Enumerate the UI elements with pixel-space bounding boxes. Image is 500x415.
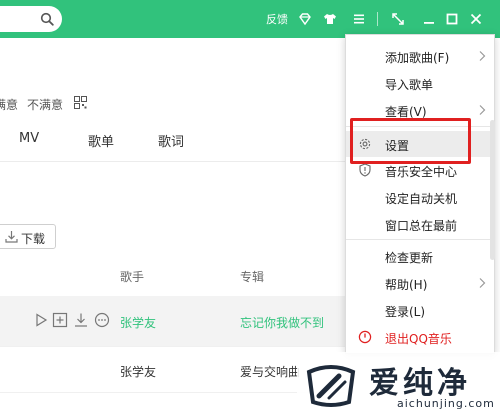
menu-item-label: 登录(L) [385,305,426,319]
search-box[interactable] [0,6,62,32]
feedback-link[interactable]: 反馈 [266,11,288,27]
minimize-icon[interactable] [422,12,436,26]
menu-icon[interactable] [352,12,366,26]
main-menu: 添加歌曲(F) 导入歌单 查看(V) 设置 音乐安全中心 设定自动关机 窗口总在… [345,34,495,354]
diamond-icon[interactable] [298,12,312,26]
add-icon[interactable] [52,312,68,328]
menu-item-label: 检查更新 [385,251,434,265]
watermark: 爱纯净 aichunjing.com [297,352,500,415]
menu-item-label: 帮助(H) [385,278,428,292]
title-bar: 反馈 [0,0,500,38]
settings-highlight-box [350,118,471,164]
table-row[interactable]: 张学友 忘记你我做不到 [0,296,345,346]
menu-item-login[interactable]: 登录(L) [346,297,494,323]
search-icon[interactable] [40,12,54,26]
row-album[interactable]: 爱与交响曲 [240,363,300,380]
menu-scrollbar[interactable] [490,120,495,260]
menu-item-check-update[interactable]: 检查更新 [346,243,494,269]
mini-mode-icon[interactable] [391,12,405,26]
watermark-title: 爱纯净 [369,366,471,401]
chevron-right-icon [479,105,486,115]
rating-unsatisfied[interactable]: 不满意 [27,96,63,113]
skin-icon[interactable] [323,12,337,26]
menu-item-auto-shutdown[interactable]: 设定自动关机 [346,184,494,210]
menu-item-label: 音乐安全中心 [385,165,458,179]
menu-item-help[interactable]: 帮助(H) [346,270,494,296]
more-icon[interactable] [94,312,110,328]
menu-item-label: 退出QQ音乐 [385,332,452,346]
watermark-url: aichunjing.com [397,397,495,410]
menu-item-label: 导入歌单 [385,78,434,92]
menu-item-always-on-top[interactable]: 窗口总在最前 [346,211,494,237]
play-icon[interactable] [33,312,49,328]
close-icon[interactable] [469,12,483,26]
qrcode-icon[interactable] [74,96,87,109]
maximize-icon[interactable] [445,12,459,26]
tab-divider [0,161,345,162]
menu-item-import-playlist[interactable]: 导入歌单 [346,70,494,96]
menu-item-label: 添加歌曲(F) [385,51,450,65]
menu-item-exit[interactable]: 退出QQ音乐 [346,324,494,350]
menu-item-label: 窗口总在最前 [385,219,458,233]
download-icon [5,231,18,243]
tab-lyrics[interactable]: 歌词 [158,131,184,150]
menu-item-add-song[interactable]: 添加歌曲(F) [346,43,494,69]
titlebar-separator [377,12,378,26]
power-icon [358,330,372,344]
download-button[interactable]: 下载 [0,224,56,249]
shield-icon [359,163,371,177]
chevron-right-icon [479,278,486,288]
tab-mv[interactable]: MV [19,131,39,146]
row-album[interactable]: 忘记你我做不到 [240,314,324,331]
rating-satisfied[interactable]: 满意 [0,96,18,113]
menu-divider [346,239,494,240]
row-artist[interactable]: 张学友 [120,363,156,380]
download-label: 下载 [21,232,46,246]
column-album[interactable]: 专辑 [240,268,264,285]
chevron-right-icon [479,51,486,61]
menu-item-label: 设定自动关机 [385,192,458,206]
column-artist[interactable]: 歌手 [120,268,144,285]
tab-playlist[interactable]: 歌单 [88,131,114,150]
row-artist[interactable]: 张学友 [120,314,156,331]
logo-icon [306,365,356,407]
download-icon[interactable] [73,312,89,328]
table-row[interactable]: 张学友 爱与交响曲 [0,346,345,392]
app-window: 反馈 满意 不满意 MV 歌单 歌词 下载 歌手 专辑 张学友 忘记你我做不到 … [0,0,500,415]
table-row[interactable] [0,392,345,415]
